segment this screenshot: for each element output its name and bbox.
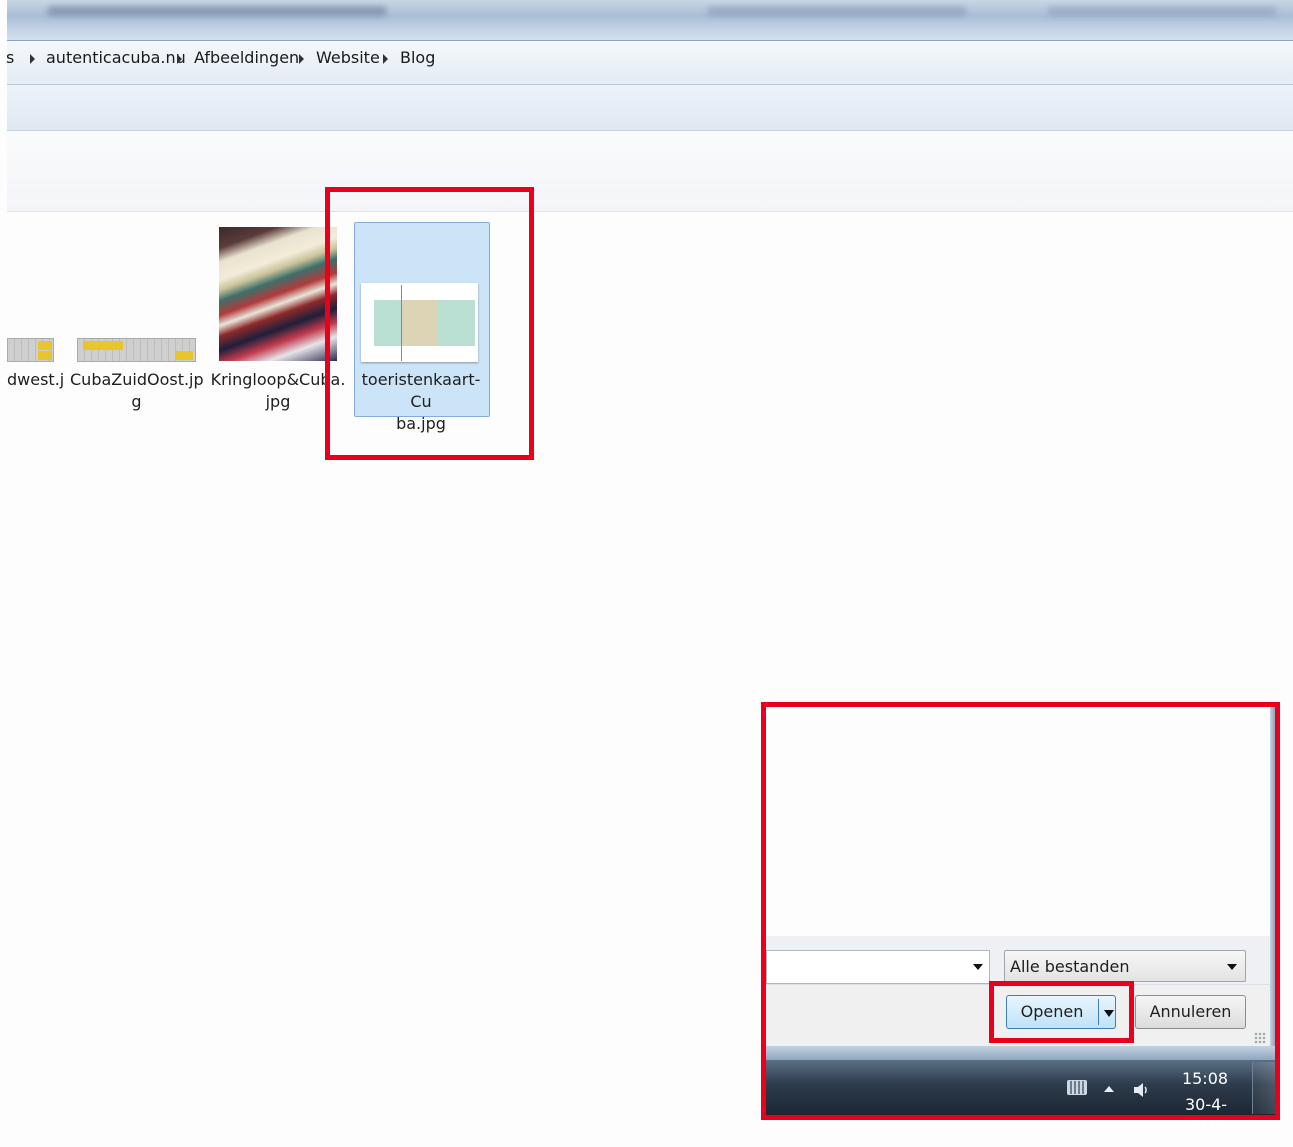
file-thumbnail-books-photo[interactable] [219,227,337,361]
breadcrumb-item-blog[interactable]: Blog [400,48,435,67]
breadcrumb[interactable]: s autenticacuba.nu Afbeeldingen Website … [6,40,1293,76]
file-thumbnail[interactable] [7,338,54,362]
title-bar-shine [707,6,967,16]
highlight-box-file [325,187,534,460]
search-band [7,74,1293,85]
breadcrumb-item[interactable]: s [6,48,14,67]
highlight-box-open-button [989,981,1134,1043]
highlight-box-dialog [761,702,1280,1120]
title-bar-shine [47,6,387,16]
content-header [7,131,1293,212]
file-name[interactable]: dwest.j [7,369,64,391]
breadcrumb-separator-icon[interactable] [30,54,35,64]
file-thumbnail[interactable] [77,338,196,362]
breadcrumb-separator-icon[interactable] [383,54,388,64]
file-name[interactable]: CubaZuidOost.jp g [70,369,204,413]
title-bar-shine [1047,6,1277,16]
breadcrumb-item-website[interactable]: Website [316,48,380,67]
breadcrumb-item-afbeeldingen[interactable]: Afbeeldingen [194,48,299,67]
file-name-line: CubaZuidOost.jp [70,370,204,389]
window-title-bar [7,0,1293,40]
breadcrumb-separator-icon[interactable] [177,54,182,64]
file-name-line: g [131,392,142,411]
breadcrumb-item-autenticacuba[interactable]: autenticacuba.nu [46,48,186,67]
toolbar [7,85,1293,131]
breadcrumb-separator-icon[interactable] [299,54,304,64]
